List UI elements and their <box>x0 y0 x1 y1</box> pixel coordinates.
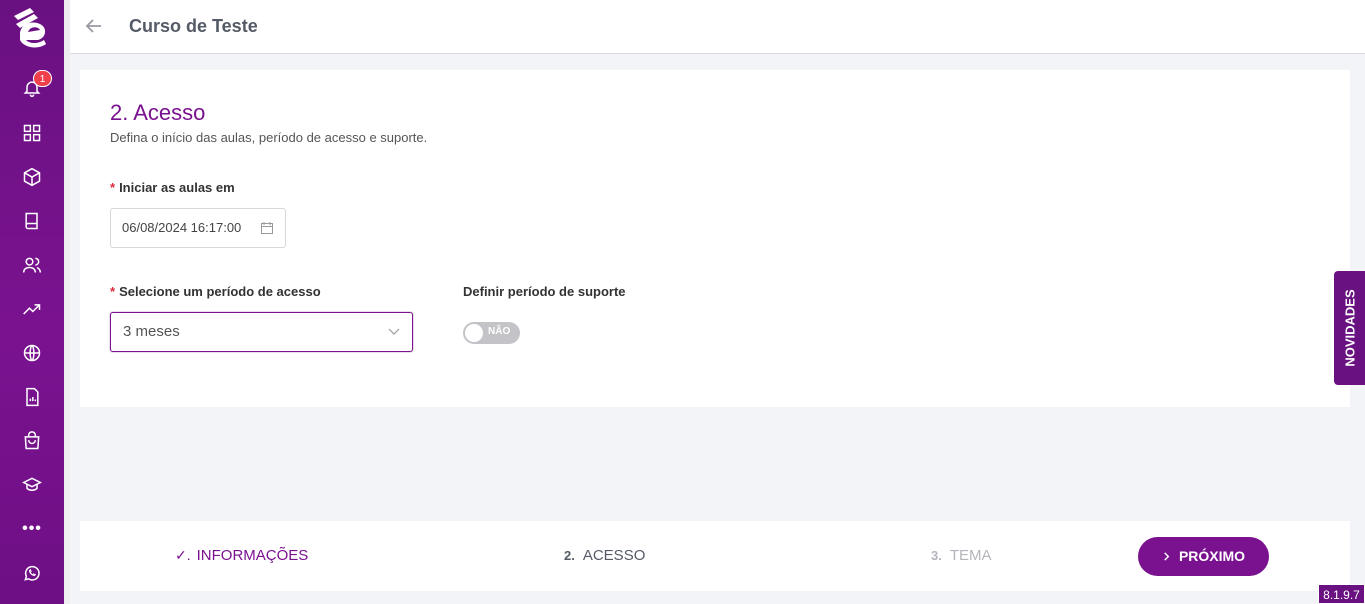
check-icon: ✓. <box>175 547 191 563</box>
report-icon[interactable] <box>20 385 44 409</box>
period-label: * Selecione um período de acesso <box>110 284 321 299</box>
next-button[interactable]: PRÓXIMO <box>1138 537 1269 576</box>
sidebar-edge <box>64 0 70 604</box>
next-button-label: PRÓXIMO <box>1178 548 1246 564</box>
step-acesso-number: 2. <box>564 548 575 563</box>
back-arrow-icon[interactable] <box>84 16 104 36</box>
page-title: Curso de Teste <box>129 16 258 36</box>
section-subtitle: Defina o início das aulas, período de ac… <box>110 130 428 145</box>
bag-icon[interactable] <box>20 429 44 453</box>
more-label: ••• <box>22 520 42 537</box>
start-date-label-text: Iniciar as aulas em <box>119 180 235 195</box>
period-label-text: Selecione um período de acesso <box>119 284 321 299</box>
sidebar: 1 ••• <box>0 0 64 604</box>
step-tema-label: TEMA <box>949 547 992 564</box>
step-tema-number: 3. <box>931 548 942 563</box>
users-icon[interactable] <box>20 253 44 277</box>
version-badge: 8.1.9.7 <box>1318 584 1365 604</box>
step-informacoes[interactable]: ✓. INFORMAÇÕES <box>175 547 308 564</box>
stepper: ✓. INFORMAÇÕES 2. ACESSO 3. TEMA PRÓXIMO <box>80 521 1350 591</box>
step-acesso-label: ACESSO <box>582 547 646 564</box>
calendar-icon <box>261 222 273 234</box>
support-toggle[interactable]: NÃO <box>463 322 520 344</box>
support-label: Definir período de suporte <box>463 284 626 299</box>
novidades-tab[interactable]: NOVIDADES <box>1334 271 1365 385</box>
start-date-input[interactable]: 06/08/2024 16:17:00 <box>110 208 286 248</box>
notification-badge: 1 <box>33 70 52 87</box>
step-informacoes-label: INFORMAÇÕES <box>196 547 309 564</box>
start-date-label: * Iniciar as aulas em <box>110 180 235 195</box>
start-date-value: 06/08/2024 16:17:00 <box>122 220 242 235</box>
step-tema[interactable]: 3. TEMA <box>931 547 992 564</box>
required-mark: * <box>110 180 116 195</box>
book-icon[interactable] <box>20 209 44 233</box>
access-period-select[interactable]: 3 meses <box>110 312 413 352</box>
top-header: Curso de Teste <box>70 0 1365 54</box>
chevron-right-icon <box>1164 552 1170 561</box>
whatsapp-icon[interactable] <box>20 561 44 585</box>
step-acesso[interactable]: 2. ACESSO <box>564 547 645 564</box>
required-mark: * <box>110 284 116 299</box>
more-icon[interactable]: ••• <box>20 517 44 541</box>
trending-icon[interactable] <box>20 297 44 321</box>
grid-icon[interactable] <box>20 121 44 145</box>
toggle-knob <box>465 324 483 342</box>
access-period-value: 3 meses <box>123 323 180 340</box>
globe-icon[interactable] <box>20 341 44 365</box>
access-card: 2. Acesso Defina o início das aulas, per… <box>80 70 1350 407</box>
toggle-state-label: NÃO <box>488 326 511 337</box>
chevron-down-icon <box>388 328 400 335</box>
graduation-cap-icon[interactable] <box>20 473 44 497</box>
cube-icon[interactable] <box>20 165 44 189</box>
novidades-label: NOVIDADES <box>1342 289 1357 367</box>
app-logo[interactable] <box>8 2 54 50</box>
section-title: 2. Acesso <box>110 100 206 125</box>
